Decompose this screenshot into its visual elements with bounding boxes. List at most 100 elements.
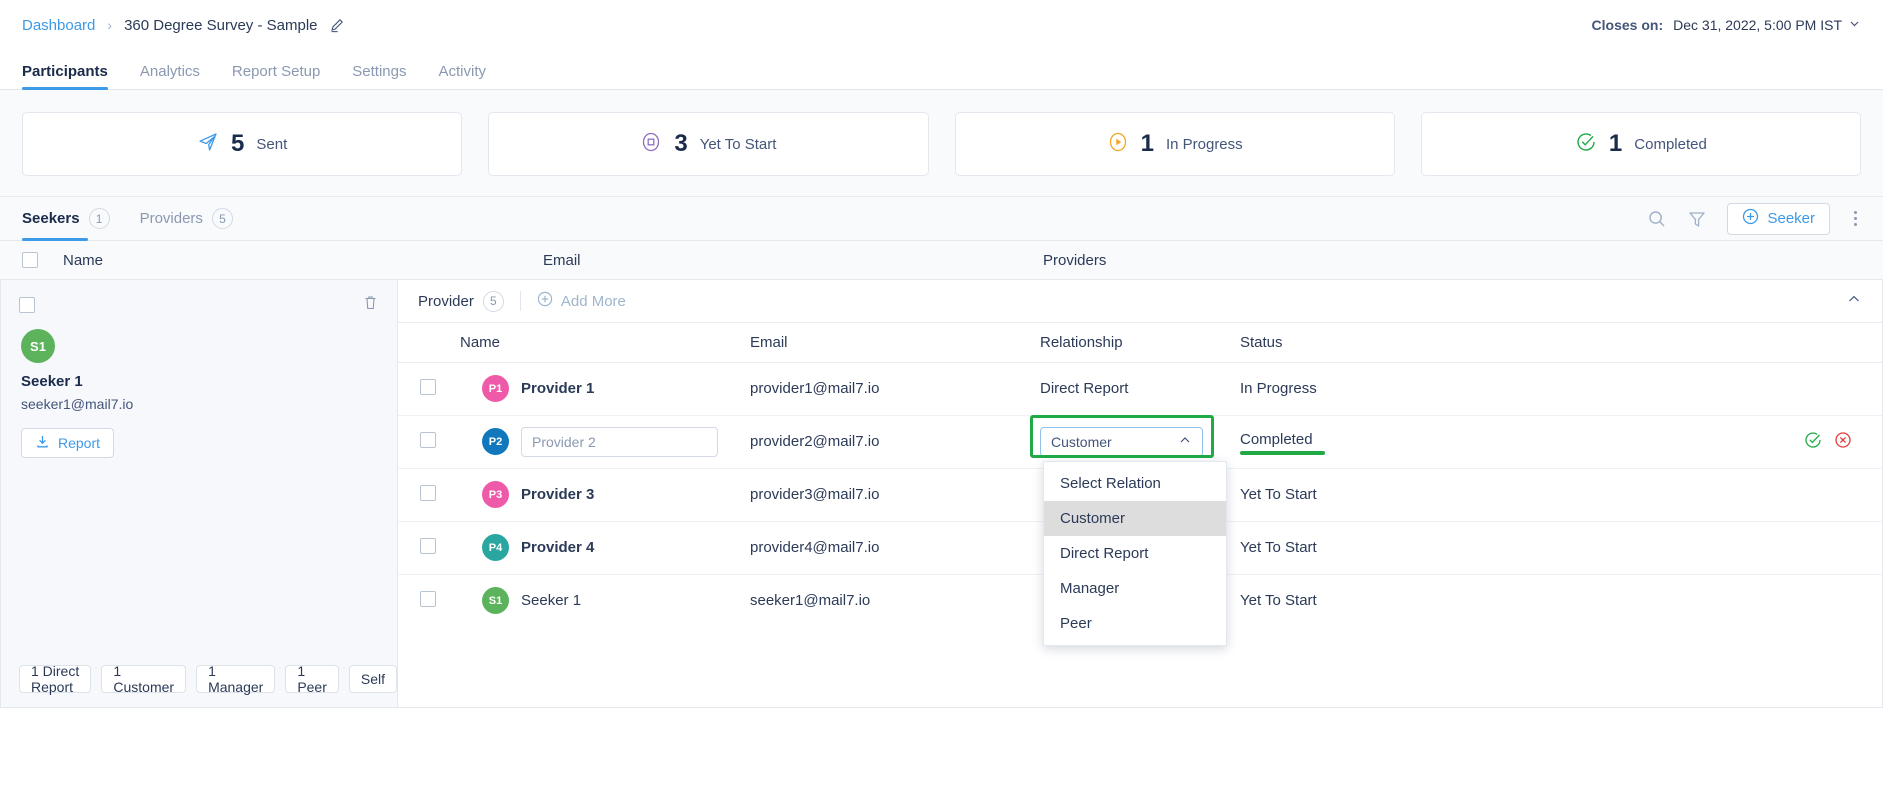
provider-relationship[interactable]: Direct Report [1040, 380, 1128, 397]
relationship-select[interactable]: Customer [1040, 426, 1203, 457]
row-checkbox[interactable] [420, 537, 436, 554]
confirm-check-circle-icon[interactable] [1804, 431, 1822, 453]
provider-avatar: P4 [482, 534, 509, 561]
provider-email: provider1@mail7.io [750, 380, 880, 397]
relation-pill-manager[interactable]: 1 Manager [196, 663, 276, 695]
stat-card-yet-to-start[interactable]: 3 Yet To Start [488, 112, 929, 176]
provider-panel-header: Provider 5 Add More [398, 280, 1882, 323]
stat-value-sent: 5 [231, 130, 245, 157]
provider-email: provider3@mail7.io [750, 486, 880, 503]
provider-name: Seeker 1 [521, 592, 582, 610]
seeker-detail-split: S1 Seeker 1 seeker1@mail7.io Report 1 Di… [0, 279, 1883, 708]
tab-analytics[interactable]: Analytics [140, 63, 200, 89]
sub-tab-providers[interactable]: Providers 5 [140, 197, 233, 241]
chevron-up-icon [1178, 433, 1192, 450]
tab-settings[interactable]: Settings [352, 63, 406, 89]
provider-name: Provider 1 [521, 380, 595, 397]
provider-avatar: P3 [482, 481, 509, 508]
seeker-row-checkbox[interactable] [19, 296, 35, 313]
dropdown-option-manager[interactable]: Manager [1044, 571, 1226, 606]
plus-circle-icon [537, 291, 553, 311]
stat-value-yet-to-start: 3 [674, 130, 688, 157]
relation-pill-self[interactable]: Self [348, 665, 397, 693]
stat-label-completed: Completed [1634, 135, 1707, 153]
provider-name-input[interactable] [521, 426, 718, 457]
select-all-checkbox[interactable] [22, 252, 38, 268]
row-checkbox[interactable] [420, 431, 436, 448]
kebab-icon[interactable] [1850, 209, 1861, 228]
seeker-avatar-initials: S1 [30, 338, 46, 354]
seeker-table-column-header: Name Email Providers [0, 241, 1883, 279]
filter-icon[interactable] [1687, 209, 1707, 229]
provider-panel: Provider 5 Add More Name Email Relations… [397, 279, 1883, 708]
row-checkbox[interactable] [420, 484, 436, 501]
collapse-chevron-up-icon[interactable] [1846, 291, 1862, 311]
provider-status: Completed [1240, 431, 1313, 448]
column-header-email: Email [543, 251, 581, 269]
column-header-name: Name [63, 251, 104, 269]
row-checkbox[interactable] [420, 590, 436, 607]
dropdown-option-direct-report[interactable]: Direct Report [1044, 536, 1226, 571]
provider-avatar-initials: S1 [488, 594, 503, 607]
sub-tab-seekers-label: Seekers [22, 210, 80, 227]
provider-name: Provider 4 [521, 539, 595, 556]
provider-email: provider2@mail7.io [750, 433, 880, 450]
provider-avatar-initials: P1 [488, 382, 503, 395]
search-icon[interactable] [1647, 209, 1667, 229]
provider-column-name: Name [460, 333, 501, 351]
download-icon [35, 434, 50, 452]
relation-pill-direct-report[interactable]: 1 Direct Report [19, 663, 92, 695]
dropdown-option-customer[interactable]: Customer [1044, 500, 1226, 536]
page-bottom-spacer [0, 708, 1883, 726]
download-report-button[interactable]: Report [21, 428, 115, 458]
stat-label-in-progress: In Progress [1165, 135, 1243, 153]
stat-label-yet-to-start: Yet To Start [699, 135, 777, 153]
seeker-name: Seeker 1 [21, 373, 83, 390]
add-seeker-label: Seeker [1767, 210, 1815, 227]
stat-card-in-progress[interactable]: 1 In Progress [954, 112, 1395, 176]
send-icon [197, 131, 219, 157]
play-circle-icon [1107, 131, 1129, 157]
cancel-circle-icon[interactable] [1834, 431, 1852, 453]
stat-value-completed: 1 [1608, 130, 1623, 157]
tab-participants[interactable]: Participants [22, 63, 108, 90]
tab-report-setup[interactable]: Report Setup [232, 63, 320, 89]
table-row[interactable]: P1 Provider 1 provider1@mail7.io Direct … [398, 362, 1882, 416]
add-more-label: Add More [560, 292, 626, 310]
stat-label-sent: Sent [256, 135, 288, 153]
sub-tab-seekers-count: 1 [88, 208, 110, 229]
provider-status: In Progress [1240, 380, 1317, 397]
dropdown-option-select-relation[interactable]: Select Relation [1044, 466, 1226, 501]
dropdown-option-peer[interactable]: Peer [1044, 606, 1226, 641]
delete-icon[interactable] [362, 294, 379, 315]
chevron-down-icon[interactable] [1848, 17, 1861, 33]
circle-dot-icon [640, 131, 662, 157]
add-more-button[interactable]: Add More [537, 291, 626, 311]
list-toolbar: Seeker [1647, 202, 1861, 235]
sub-tab-toolbar: Seekers 1 Providers 5 Seeker [0, 197, 1883, 241]
breadcrumb-current-title: 360 Degree Survey - Sample [124, 16, 318, 34]
relation-pill-customer[interactable]: 1 Customer [101, 663, 187, 695]
relationship-select-wrapper: Customer [1030, 414, 1214, 458]
breadcrumb-dashboard-link[interactable]: Dashboard [22, 17, 95, 34]
download-report-label: Report [58, 435, 101, 451]
provider-avatar-initials: P4 [488, 541, 503, 554]
row-checkbox[interactable] [420, 378, 436, 395]
relation-summary-pills: 1 Direct Report 1 Customer 1 Manager 1 P… [19, 663, 397, 695]
stat-card-completed[interactable]: 1 Completed [1420, 112, 1861, 176]
sub-tab-providers-count: 5 [211, 208, 233, 229]
stat-card-sent[interactable]: 5 Sent [22, 112, 463, 176]
breadcrumb-separator: › [107, 17, 113, 33]
add-seeker-button[interactable]: Seeker [1727, 202, 1830, 235]
plus-circle-icon [1742, 208, 1759, 229]
summary-stats-row: 5 Sent 3 Yet To Start 1 In Progress 1 Co… [0, 90, 1883, 197]
provider-avatar-initials: P2 [488, 435, 503, 448]
provider-column-status: Status [1240, 333, 1283, 351]
top-bar: Dashboard › 360 Degree Survey - Sample C… [0, 0, 1883, 50]
relationship-dropdown-menu[interactable]: Select Relation Customer Direct Report M… [1043, 460, 1227, 646]
tab-activity[interactable]: Activity [439, 63, 487, 89]
sub-tab-seekers[interactable]: Seekers 1 [22, 197, 110, 241]
relation-pill-peer[interactable]: 1 Peer [285, 663, 339, 695]
stat-value-in-progress: 1 [1140, 130, 1154, 157]
edit-pencil-icon[interactable] [330, 17, 346, 33]
